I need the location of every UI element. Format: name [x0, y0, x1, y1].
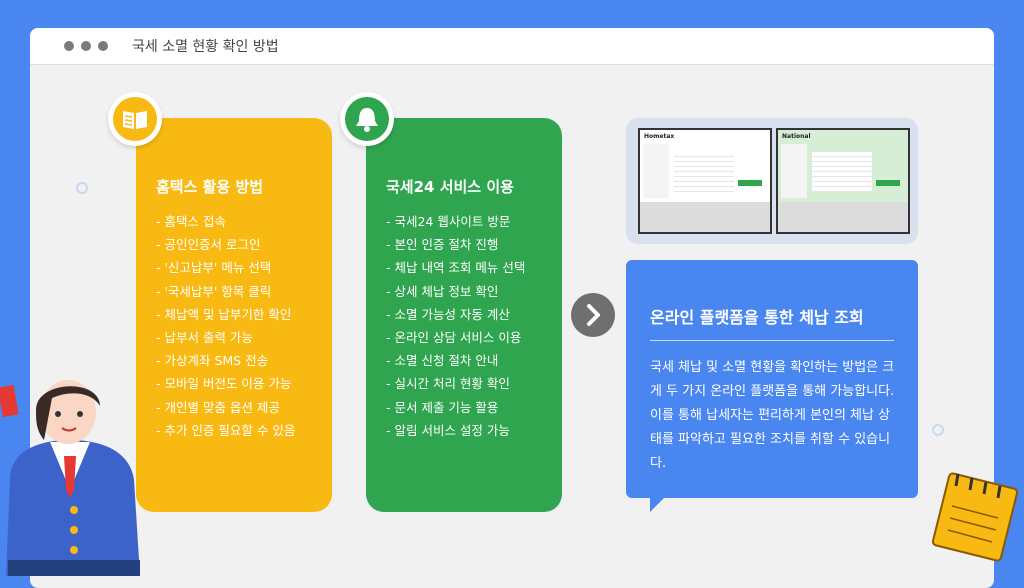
title-bar: 국세 소멸 현황 확인 방법: [30, 28, 994, 65]
list-item: - 국세24 웹사이트 방문: [386, 214, 511, 229]
student-illustration: [0, 380, 140, 576]
window-dot[interactable]: [64, 41, 74, 51]
screenshot-nav: [781, 144, 807, 198]
list-item: - 온라인 상담 서비스 이용: [386, 330, 522, 346]
summary-body: 국세 체납 및 소멸 현황을 확인하는 방법은 크게 두 가지 온라인 플랫폼을…: [650, 360, 895, 471]
tax24-title: 국세24 서비스 이용: [386, 178, 514, 196]
window-dot[interactable]: [98, 41, 108, 51]
screenshot-title: National: [782, 133, 811, 140]
book-icon: [113, 97, 157, 141]
window-title: 국세 소멸 현황 확인 방법: [132, 39, 279, 55]
screenshot-title: Hometax: [644, 133, 675, 140]
screenshot-panel: Hometax National: [626, 118, 918, 244]
list-item: - '국세납부' 항목 클릭: [156, 283, 272, 299]
screenshot-button: [876, 180, 900, 186]
hometax-card: 홈택스 활용 방법 - 홈택스 접속 - 공인인증서 로그인 - '신고납부' …: [136, 118, 332, 512]
tax24-list: - 국세24 웹사이트 방문 - 본인 인증 절차 진행 - 체납 내역 조회 …: [386, 210, 525, 442]
screenshot-button: [738, 180, 762, 186]
list-item: - 체납액 및 납부기한 확인: [156, 306, 292, 322]
hometax-list: - 홈택스 접속 - 공인인증서 로그인 - '신고납부' 메뉴 선택 - '국…: [156, 210, 295, 442]
book-icon-badge: [108, 92, 162, 146]
decor-circle: [932, 424, 944, 436]
list-item: - 소멸 가능성 자동 계산: [386, 306, 510, 322]
list-item: - 상세 체납 정보 확인: [386, 283, 499, 299]
bell-icon: [345, 97, 389, 141]
list-item: - 본인 인증 절차 진행: [386, 237, 499, 253]
decor-circle: [76, 182, 88, 194]
hometax-screenshot: Hometax: [638, 128, 772, 234]
window-dot[interactable]: [81, 41, 91, 51]
list-item: - 알림 서비스 설정 가능: [386, 422, 510, 438]
window-controls: [64, 41, 108, 51]
list-item: - 모바일 버전도 이용 가능: [156, 376, 292, 392]
hometax-title: 홈택스 활용 방법: [156, 178, 264, 196]
list-item: - 추가 인증 필요할 수 있음: [156, 422, 296, 438]
screenshot-table: [812, 152, 872, 192]
list-item: - 문서 제출 기능 활용: [386, 399, 499, 415]
list-item: - 실시간 처리 현황 확인: [386, 376, 510, 392]
list-item: - 개인별 맞춤 옵션 제공: [156, 399, 280, 415]
summary-bubble: 온라인 플랫폼을 통한 체납 조회 국세 체납 및 소멸 현황을 확인하는 방법…: [626, 260, 918, 512]
screenshot-nav: [643, 144, 669, 198]
list-item: - 홈택스 접속: [156, 214, 226, 229]
screenshot-screen: National: [778, 130, 908, 202]
list-item: - 납부서 출력 가능: [156, 330, 253, 346]
list-item: - 공인인증서 로그인: [156, 237, 261, 253]
tax24-screenshot: National: [776, 128, 910, 234]
list-item: - 체납 내역 조회 메뉴 선택: [386, 260, 526, 276]
screenshot-table: [674, 152, 734, 192]
screenshot-screen: Hometax: [640, 130, 770, 202]
bell-icon-badge: [340, 92, 394, 146]
list-item: - '신고납부' 메뉴 선택: [156, 260, 272, 276]
summary-title: 온라인 플랫폼을 통한 체납 조회: [650, 308, 864, 327]
chevron-right-icon[interactable]: [571, 293, 615, 337]
tax24-card: 국세24 서비스 이용 - 국세24 웹사이트 방문 - 본인 인증 절차 진행…: [366, 118, 562, 512]
notepad-illustration: [931, 472, 1019, 562]
list-item: - 소멸 신청 절차 안내: [386, 353, 499, 369]
list-item: - 가상계좌 SMS 전송: [156, 353, 269, 369]
divider: [650, 340, 894, 341]
